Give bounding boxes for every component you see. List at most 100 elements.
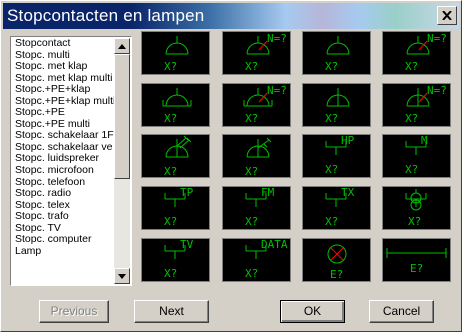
cancel-button[interactable]: Cancel <box>369 300 434 323</box>
list-item[interactable]: Stopc. telex <box>12 200 114 212</box>
list-item[interactable]: Stopc. luidspreker <box>12 153 114 165</box>
labeled-symbol-icon: TV X? <box>164 239 194 280</box>
list-item[interactable]: Stopc. microfoon <box>12 165 114 177</box>
scroll-up-button[interactable] <box>114 38 130 54</box>
symbol-tile[interactable]: N=? X? <box>222 31 291 75</box>
symbol-stroke <box>246 94 270 107</box>
list-item[interactable]: Stopc.+PE <box>12 107 114 119</box>
symbol-tile[interactable]: TX X? <box>302 186 371 230</box>
list-item[interactable]: Stopc. telefoon <box>12 177 114 189</box>
close-button[interactable] <box>437 6 457 25</box>
symbol-tile[interactable]: N=? X? <box>382 31 451 75</box>
symbol-tile[interactable]: FM X? <box>222 186 291 230</box>
symbol-text: TP <box>180 187 194 199</box>
list-item[interactable]: Stopc. radio <box>12 188 114 200</box>
tube-symbol-icon: E? <box>386 248 447 275</box>
symbol-text: X? <box>405 112 418 125</box>
list-item[interactable]: Stopc. trafo <box>12 211 114 223</box>
list-item[interactable]: Stopc.+PE+klap multi <box>12 96 114 108</box>
symbol-list: Stopcontact Stopc. multi Stopc. met klap St… <box>12 38 114 284</box>
symbol-text: X? <box>325 163 338 176</box>
symbol-tile[interactable]: X? <box>141 31 210 75</box>
symbol-text: TV <box>180 239 194 251</box>
symbol-text: X? <box>164 112 177 125</box>
symbol-text: FM <box>261 187 275 199</box>
previous-button[interactable]: Previous <box>39 300 109 323</box>
symbol-text: X? <box>325 60 338 73</box>
list-item[interactable]: Stopc.+PE+klap <box>12 84 114 96</box>
symbol-listbox[interactable]: Stopcontact Stopc. multi Stopc. met klap St… <box>10 36 132 286</box>
switch2-symbol-icon: X? <box>245 137 272 177</box>
arrow-down-icon <box>118 273 126 279</box>
symbol-text: X? <box>405 163 418 176</box>
labeled-symbol-icon: M X? <box>405 135 428 176</box>
list-item[interactable]: Stopc.+PE multi <box>12 119 114 131</box>
labeled-symbol-icon: TP X? <box>164 187 194 228</box>
symbol-stroke <box>165 94 189 107</box>
outlet-symbol-icon: X? <box>164 36 189 73</box>
scroll-down-button[interactable] <box>114 268 130 284</box>
symbol-text: HP <box>341 135 355 147</box>
symbol-text: N=? <box>427 32 447 45</box>
symbol-text: X? <box>245 215 258 228</box>
symbol-stroke <box>418 40 428 51</box>
title-bar[interactable]: Stopcontacten en lampen <box>3 3 459 29</box>
list-item[interactable]: Stopc. schakelaar ve <box>12 142 114 154</box>
symbol-text: N=? <box>267 84 287 97</box>
symbol-stroke <box>246 42 270 55</box>
symbol-tile[interactable]: N=? X? <box>382 83 451 127</box>
symbol-text: X? <box>245 165 258 177</box>
list-item[interactable]: Stopc. met klap <box>12 61 114 73</box>
trafo-symbol-icon: X? <box>405 189 427 228</box>
labeled-symbol-icon: FM X? <box>245 187 275 228</box>
list-item[interactable]: Stopc. met klap multi <box>12 73 114 85</box>
symbol-stroke <box>176 137 187 147</box>
symbol-stroke <box>263 143 268 148</box>
symbol-text: N=? <box>267 32 287 45</box>
dialog-window: Stopcontacten en lampen Stopcontact Stopc… <box>0 0 462 332</box>
symbol-tile[interactable]: N=? X? <box>222 83 291 127</box>
symbol-stroke <box>165 42 189 55</box>
next-button[interactable]: Next <box>134 300 209 323</box>
labeled-symbol-icon: TX X? <box>325 187 355 228</box>
symbol-text: X? <box>325 112 338 125</box>
outlet-klap-symbol-icon: X? <box>162 88 192 125</box>
symbol-tile[interactable]: X? <box>141 134 210 178</box>
list-item[interactable]: Stopc. schakelaar 1F <box>12 130 114 142</box>
list-item[interactable]: Lamp <box>12 246 114 258</box>
symbol-text: X? <box>164 215 177 228</box>
list-item[interactable]: Stopc. multi <box>12 50 114 62</box>
symbol-tile[interactable]: X? <box>141 83 210 127</box>
symbol-text: X? <box>245 60 258 73</box>
symbol-text: M <box>421 135 428 147</box>
symbol-text: X? <box>164 165 177 177</box>
symbol-text: X? <box>245 112 258 125</box>
scroll-thumb[interactable] <box>114 54 130 179</box>
symbol-tile[interactable]: X? <box>302 83 371 127</box>
list-item[interactable]: Stopcontact <box>12 38 114 50</box>
outlet-pe-n-symbol-icon: N=? X? <box>405 84 447 125</box>
list-item[interactable]: Stopc. computer <box>12 234 114 246</box>
symbol-tile[interactable]: E? <box>302 238 371 282</box>
symbol-text: E? <box>410 262 423 275</box>
outlet-klap-n-symbol-icon: N=? X? <box>243 84 287 125</box>
switch-symbol-icon: X? <box>164 135 192 177</box>
symbol-tile[interactable]: E? <box>382 238 451 282</box>
symbol-tile[interactable]: M X? <box>382 134 451 178</box>
symbol-tile[interactable]: HP X? <box>302 134 371 178</box>
symbol-text: X? <box>325 215 338 228</box>
outlet-n-symbol-icon: N=? X? <box>405 32 447 73</box>
list-item[interactable]: Stopc. TV <box>12 223 114 235</box>
symbol-tile[interactable]: X? <box>302 31 371 75</box>
symbol-text: X? <box>245 267 258 280</box>
symbol-tile[interactable]: TV X? <box>141 238 210 282</box>
symbol-tile[interactable]: DATA X? <box>222 238 291 282</box>
lamp-symbol-icon: E? <box>327 244 347 281</box>
close-icon <box>442 11 452 20</box>
ok-button[interactable]: OK <box>280 300 345 323</box>
symbol-tile[interactable]: TP X? <box>141 186 210 230</box>
symbol-tile[interactable]: X? <box>382 186 451 230</box>
list-scrollbar[interactable] <box>114 38 130 284</box>
outlet-symbol-icon: X? <box>325 36 350 73</box>
symbol-tile[interactable]: X? <box>222 134 291 178</box>
